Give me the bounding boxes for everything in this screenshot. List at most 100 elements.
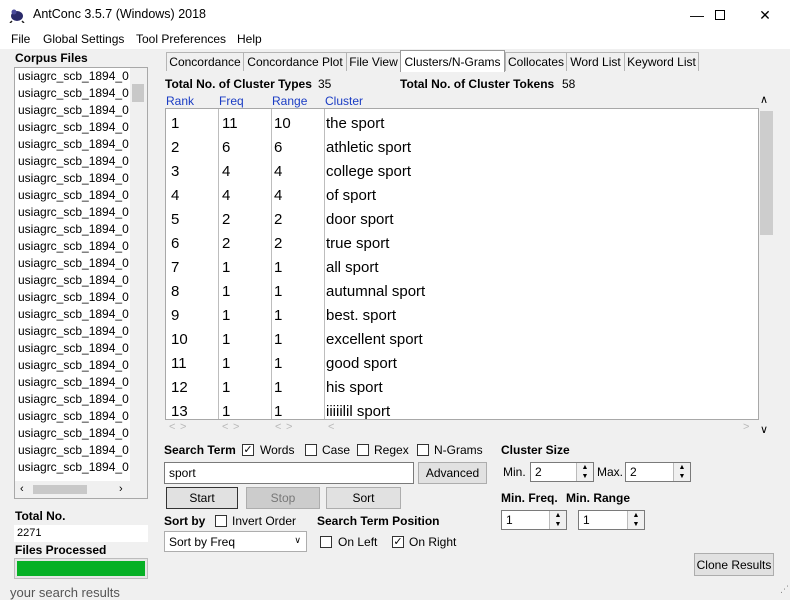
row-freq: 1 (222, 403, 231, 420)
corpus-file-item[interactable]: usiagrc_scb_1894_0 (18, 392, 129, 406)
column-header-rank[interactable]: Rank (166, 94, 194, 108)
corpus-list-vscrollbar[interactable] (130, 68, 147, 481)
advanced-button[interactable]: Advanced (418, 462, 487, 484)
corpus-file-item[interactable]: usiagrc_scb_1894_0 (18, 290, 129, 304)
column-header-range[interactable]: Range (272, 94, 307, 108)
row-freq: 1 (222, 379, 231, 396)
corpus-file-item[interactable]: usiagrc_scb_1894_0 (18, 375, 129, 389)
stop-button[interactable]: Stop (246, 487, 320, 509)
regex-checkbox[interactable] (357, 444, 369, 456)
corpus-files-label: Corpus Files (15, 51, 88, 65)
row-rank: 5 (171, 211, 180, 228)
corpus-file-list[interactable]: usiagrc_scb_1894_0 usiagrc_scb_1894_0 usia… (14, 67, 148, 499)
invert-order-checkbox[interactable] (215, 515, 227, 527)
scroll-down-icon[interactable]: ∨ (760, 423, 768, 436)
row-range: 1 (274, 283, 283, 300)
tab-keyword-list[interactable]: Keyword List (624, 52, 699, 71)
corpus-file-item[interactable]: usiagrc_scb_1894_0 (18, 239, 129, 253)
on-left-checkbox[interactable] (320, 536, 332, 548)
scroll-up-icon[interactable]: ∧ (760, 93, 768, 106)
case-checkbox[interactable] (305, 444, 317, 456)
menu-file[interactable]: File (11, 32, 30, 46)
row-freq: 2 (222, 211, 231, 228)
menu-tool-preferences[interactable]: Tool Preferences (136, 32, 226, 46)
tab-collocates[interactable]: Collocates (505, 52, 567, 71)
corpus-file-item[interactable]: usiagrc_scb_1894_0 (18, 171, 129, 185)
corpus-file-item[interactable]: usiagrc_scb_1894_0 (18, 324, 129, 338)
ngrams-checkbox[interactable] (417, 444, 429, 456)
on-right-checkbox[interactable]: ✓ (392, 536, 404, 548)
column-header-freq[interactable]: Freq (219, 94, 244, 108)
clone-results-button[interactable]: Clone Results (694, 553, 774, 576)
corpus-file-item[interactable]: usiagrc_scb_1894_0 (18, 137, 129, 151)
words-checkbox[interactable]: ✓ (242, 444, 254, 456)
menu-help[interactable]: Help (237, 32, 262, 46)
corpus-file-item[interactable]: usiagrc_scb_1894_0 (18, 205, 129, 219)
corpus-file-item[interactable]: usiagrc_scb_1894_0 (18, 86, 129, 100)
min-freq-label: Min. Freq. (501, 491, 558, 505)
corpus-file-item[interactable]: usiagrc_scb_1894_0 (18, 443, 129, 457)
corpus-list-vscroll-thumb[interactable] (132, 84, 144, 102)
corpus-list-hscroll-thumb[interactable] (33, 485, 87, 494)
sort-by-select[interactable]: Sort by Freq ∨ (164, 531, 307, 552)
total-no-field: 2271 (14, 525, 148, 542)
min-range-spinbox[interactable]: 1 ▲ ▼ (578, 510, 645, 530)
menu-bar: File Global Settings Tool Preferences He… (0, 30, 790, 49)
results-vscrollbar[interactable] (759, 108, 775, 420)
results-vscroll-thumb[interactable] (760, 111, 773, 235)
tab-concordance[interactable]: Concordance (166, 52, 244, 71)
corpus-file-item[interactable]: usiagrc_scb_1894_0 (18, 120, 129, 134)
column-header-cluster[interactable]: Cluster (325, 94, 363, 108)
row-range: 1 (274, 331, 283, 348)
sort-button[interactable]: Sort (326, 487, 401, 509)
results-hscrollbar[interactable]: < > < > < > < > (165, 421, 759, 435)
row-cluster: true sport (326, 235, 390, 252)
row-freq: 2 (222, 235, 231, 252)
tab-concordance-plot[interactable]: Concordance Plot (243, 52, 347, 71)
scroll-left-icon[interactable]: ‹ (20, 483, 24, 495)
chevron-down-icon[interactable]: ∨ (294, 535, 301, 546)
corpus-file-item[interactable]: usiagrc_scb_1894_0 (18, 426, 129, 440)
row-cluster: all sport (326, 259, 379, 276)
corpus-file-item[interactable]: usiagrc_scb_1894_0 (18, 222, 129, 236)
corpus-file-item[interactable]: usiagrc_scb_1894_0 (18, 154, 129, 168)
row-cluster: good sport (326, 355, 397, 372)
close-button[interactable]: ✕ (742, 0, 788, 30)
corpus-file-item[interactable]: usiagrc_scb_1894_0 (18, 69, 129, 83)
corpus-file-item[interactable]: usiagrc_scb_1894_0 (18, 409, 129, 423)
spin-arrows-icon[interactable]: ▲ ▼ (549, 511, 566, 529)
corpus-file-item[interactable]: usiagrc_scb_1894_0 (18, 358, 129, 372)
spin-arrows-icon[interactable]: ▲ ▼ (627, 511, 644, 529)
corpus-file-item[interactable]: usiagrc_scb_1894_0 (18, 273, 129, 287)
maximize-button[interactable] (697, 0, 743, 30)
spin-arrows-icon[interactable]: ▲ ▼ (576, 463, 593, 481)
corpus-file-item[interactable]: usiagrc_scb_1894_0 (18, 256, 129, 270)
min-size-spinbox[interactable]: 2 ▲ ▼ (530, 462, 594, 482)
menu-global-settings[interactable]: Global Settings (43, 32, 124, 46)
case-label: Case (322, 443, 351, 457)
cluster-results-table[interactable]: 1 11 10 the sport 2 6 6 athletic sport 3 4 4 colleg… (165, 108, 759, 420)
tab-word-list[interactable]: Word List (566, 52, 625, 71)
scroll-right-icon[interactable]: › (119, 483, 123, 495)
resize-grip-icon[interactable]: ⋰ (780, 584, 789, 595)
tab-clusters-ngrams[interactable]: Clusters/N-Grams (400, 50, 505, 72)
row-cluster: of sport (326, 187, 377, 204)
max-size-spinbox[interactable]: 2 ▲ ▼ (625, 462, 691, 482)
corpus-file-item[interactable]: usiagrc_scb_1894_0 (18, 307, 129, 321)
total-no-label: Total No. (15, 509, 66, 523)
row-freq: 1 (222, 307, 231, 324)
search-input[interactable]: sport (164, 462, 414, 484)
corpus-file-item[interactable]: usiagrc_scb_1894_0 (18, 460, 129, 474)
corpus-file-item[interactable]: usiagrc_scb_1894_0 (18, 341, 129, 355)
corpus-file-item[interactable]: usiagrc_scb_1894_0 (18, 103, 129, 117)
tab-file-view[interactable]: File View (346, 52, 401, 71)
row-cluster: college sport (326, 163, 412, 180)
start-button[interactable]: Start (166, 487, 238, 509)
row-cluster: excellent sport (326, 331, 423, 348)
corpus-file-item[interactable]: usiagrc_scb_1894_0 (18, 188, 129, 202)
row-range: 10 (274, 115, 291, 132)
row-range: 4 (274, 187, 283, 204)
min-freq-spinbox[interactable]: 1 ▲ ▼ (501, 510, 567, 530)
spin-arrows-icon[interactable]: ▲ ▼ (673, 463, 690, 481)
corpus-list-hscrollbar[interactable]: ‹ › (15, 481, 147, 498)
